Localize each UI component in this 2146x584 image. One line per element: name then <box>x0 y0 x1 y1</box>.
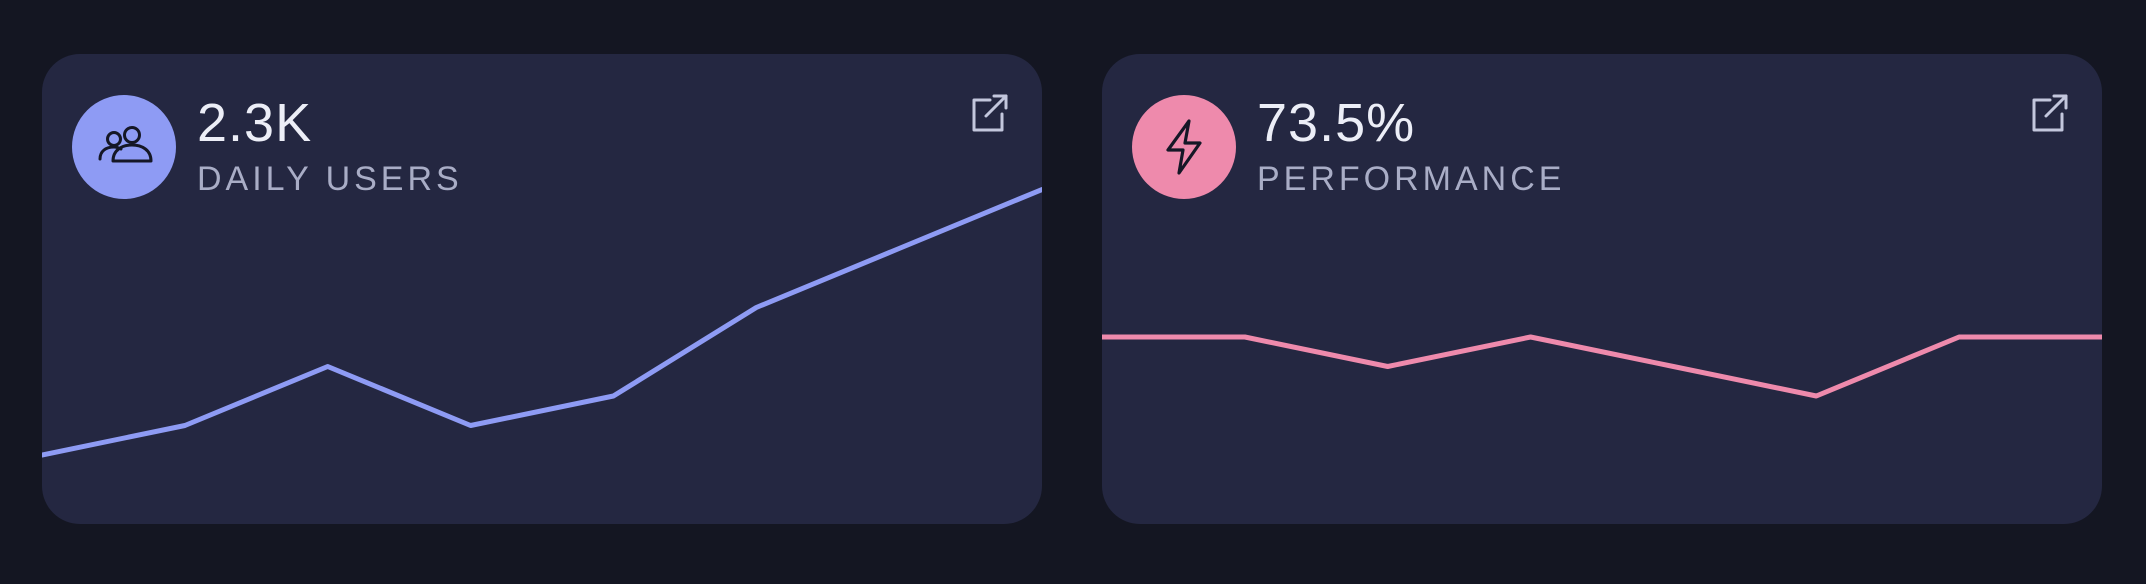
performance-avatar <box>1132 95 1236 199</box>
daily-users-trend-line <box>42 187 1042 458</box>
lightning-bolt-icon <box>1166 119 1202 175</box>
daily-users-sparkline <box>42 187 1042 458</box>
dashboard-stats: 2.3K DAILY USERS 73.5% PERFORMANCE <box>0 0 2146 584</box>
daily-users-open-button[interactable] <box>964 90 1012 138</box>
daily-users-value: 2.3K <box>197 93 313 153</box>
performance-label: PERFORMANCE <box>1257 160 1566 198</box>
external-link-icon <box>2032 94 2068 132</box>
performance-card: 73.5% PERFORMANCE <box>1102 54 2102 524</box>
users-icon <box>98 126 153 163</box>
users-avatar <box>72 95 176 199</box>
daily-users-label: DAILY USERS <box>197 160 463 198</box>
daily-users-card: 2.3K DAILY USERS <box>42 54 1042 524</box>
performance-value: 73.5% <box>1257 93 1416 153</box>
external-link-icon <box>972 94 1008 132</box>
performance-trend-line <box>1102 334 2102 399</box>
performance-sparkline <box>1102 334 2102 399</box>
performance-open-button[interactable] <box>2024 90 2072 138</box>
